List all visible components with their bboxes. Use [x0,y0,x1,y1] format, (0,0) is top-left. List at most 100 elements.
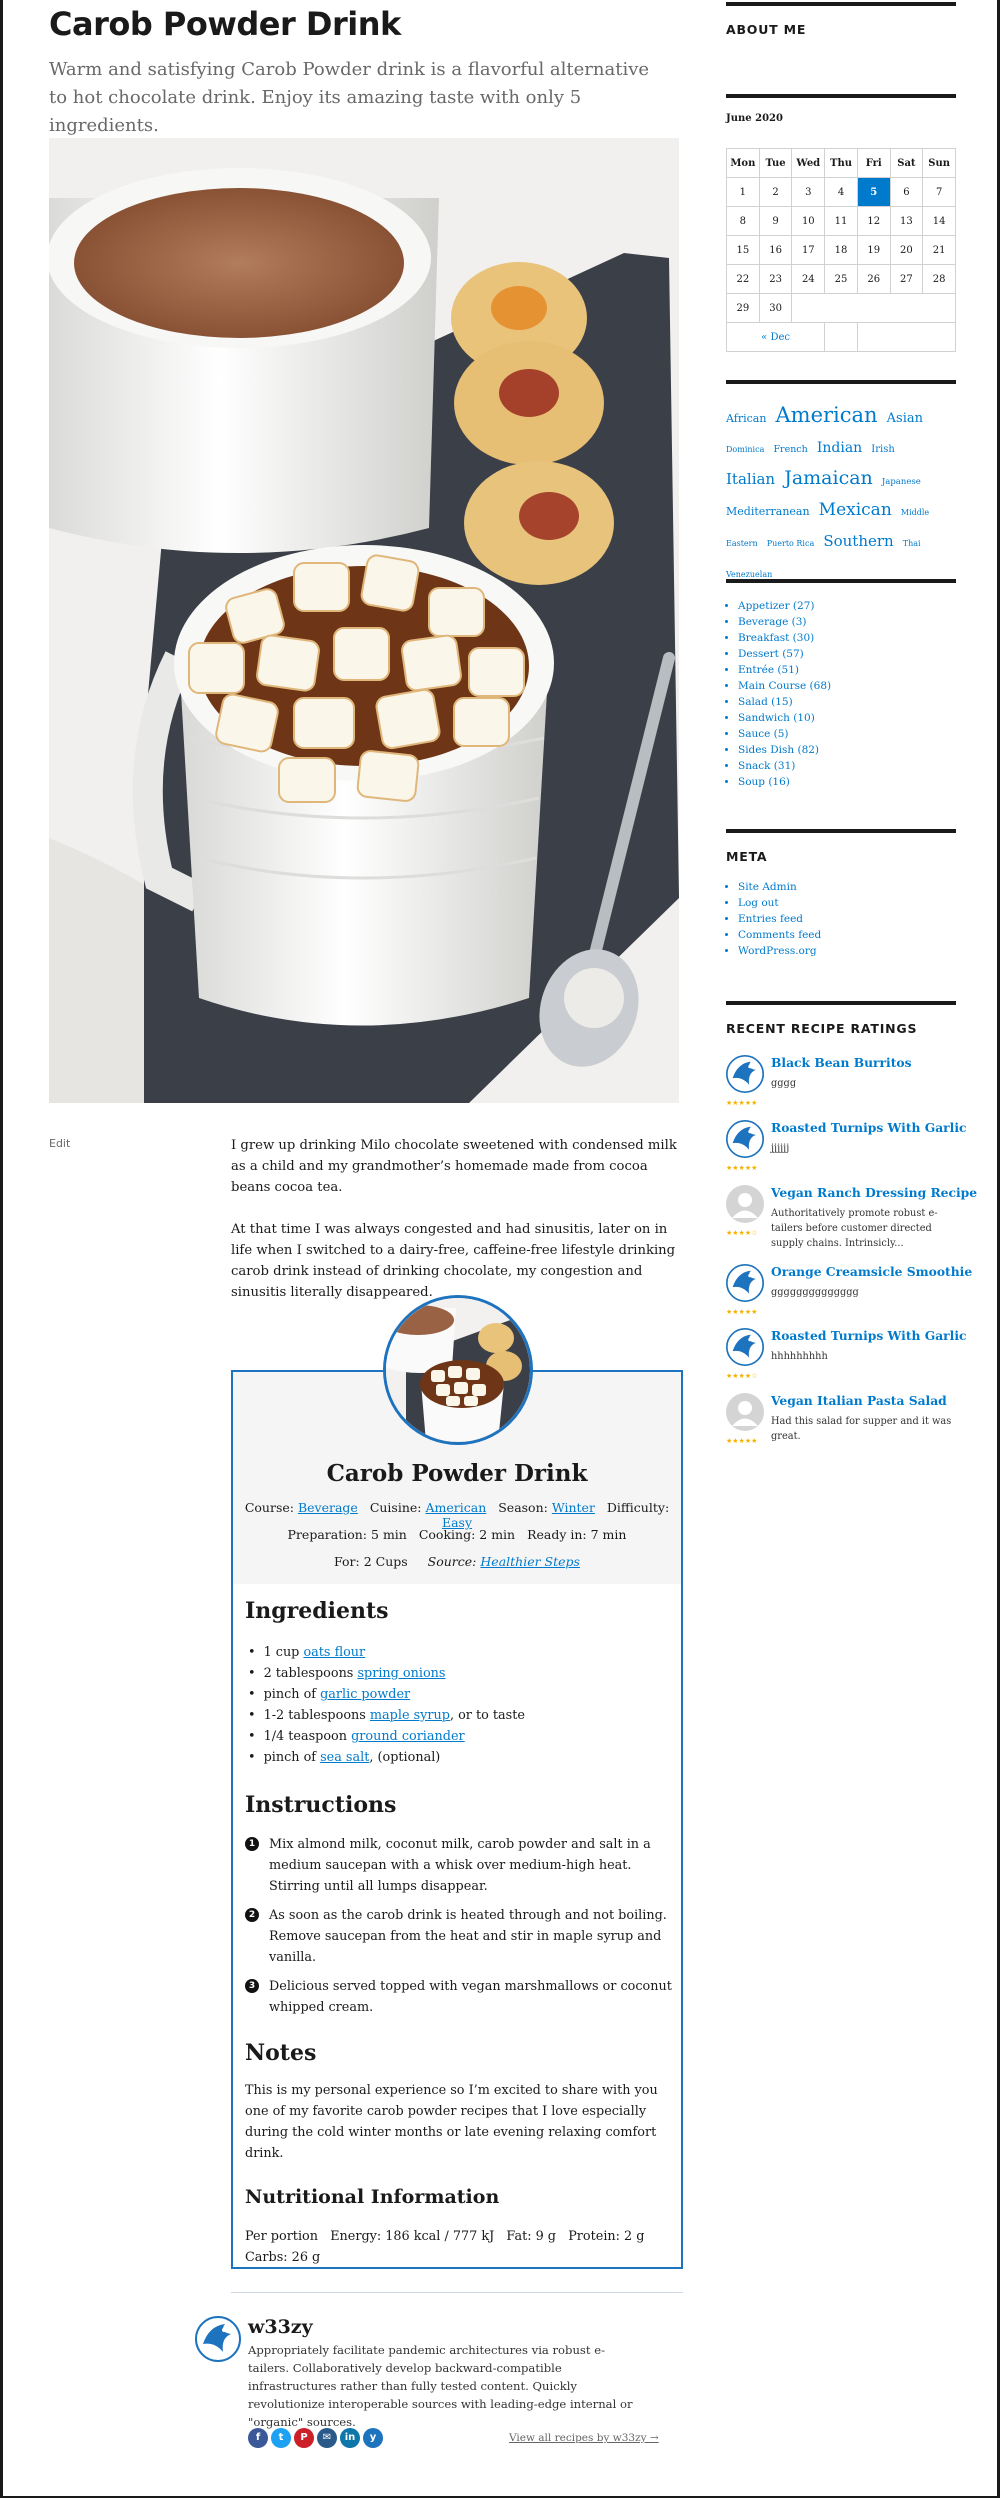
source-link[interactable]: Healthier Steps [480,1554,580,1569]
default-avatar-icon [726,1393,764,1431]
meta-link[interactable]: Site Admin [738,879,821,895]
calendar-day: 29 [726,293,760,323]
tag-link[interactable]: Asian [887,411,923,426]
category-item[interactable]: Entrée (51) [738,662,831,678]
facebook-icon[interactable]: f [248,2428,268,2448]
email-icon[interactable]: ✉ [317,2428,337,2448]
category-item[interactable]: Soup (16) [738,774,831,790]
tag-link[interactable]: Southern [823,532,893,550]
category-item[interactable]: Dessert (57) [738,646,831,662]
calendar-day: 8 [726,206,760,236]
bird-logo-icon [726,1264,764,1302]
meta-link[interactable]: Entries feed [738,911,821,927]
category-item[interactable]: Sauce (5) [738,726,831,742]
view-all-recipes-link[interactable]: View all recipes by w33zy → [509,2432,659,2444]
linkedin-icon[interactable]: in [340,2428,360,2448]
calendar-prev-link[interactable]: « Dec [725,322,826,352]
rating-recipe-link[interactable]: Black Bean Burritos [771,1055,912,1070]
tag-link[interactable]: Indian [817,440,862,456]
tag-link[interactable]: Venezuelan [726,570,772,579]
social-share-bar: f t P ✉ in y [248,2428,383,2448]
calendar-day: 16 [758,235,793,265]
star-rating: ★★★★★ [726,1164,758,1172]
category-item[interactable]: Appetizer (27) [738,598,831,614]
ingredient-link[interactable]: garlic powder [320,1687,410,1702]
ingredient-link[interactable]: maple syrup [370,1708,450,1723]
ingredient-amount: pinch of [263,1687,321,1702]
widget-divider [726,2,956,6]
rating-recipe-link[interactable]: Roasted Turnips With Garlic [771,1328,967,1343]
ingredient-link[interactable]: ground coriander [351,1729,465,1744]
category-item[interactable]: Main Course (68) [738,678,831,694]
tag-link[interactable]: African [726,412,766,425]
category-item[interactable]: Sides Dish (82) [738,742,831,758]
widget-divider [726,1001,956,1005]
category-item[interactable]: Breakfast (30) [738,630,831,646]
post-excerpt: Warm and satisfying Carob Powder drink i… [49,59,650,136]
tag-link[interactable]: Dominica [726,445,764,454]
tag-link[interactable]: Thai [903,539,921,548]
tag-link[interactable]: Irish [871,444,895,455]
calendar-day: 6 [889,177,924,207]
meta-link[interactable]: Comments feed [738,927,821,943]
servings-label: For: [334,1554,360,1569]
edit-link[interactable]: Edit [49,1137,70,1150]
category-item[interactable]: Beverage (3) [738,614,831,630]
ingredient-link[interactable]: spring onions [357,1666,445,1681]
rating-recipe-link[interactable]: Vegan Ranch Dressing Recipe [771,1185,977,1200]
ingredient-link[interactable]: oats flour [303,1645,365,1660]
rating-recipe-link[interactable]: Orange Creamsicle Smoothie [771,1264,972,1279]
calendar-day-header: Wed [791,148,826,178]
tag-link[interactable]: Japanese [882,477,921,487]
cuisine-link[interactable]: American [425,1500,486,1515]
star-rating: ★★★★★ [726,1099,758,1107]
tag-link[interactable]: American [776,403,878,427]
category-item[interactable]: Salad (15) [738,694,831,710]
tag-link[interactable]: Italian [726,470,775,488]
calendar-week-row: 22 23 24 25 26 27 28 [726,264,956,294]
ingredient-link[interactable]: sea salt [320,1750,369,1765]
post-paragraph: I grew up drinking Milo chocolate sweete… [231,1138,677,1195]
step-text: Mix almond milk, coconut milk, carob pow… [269,1837,651,1894]
calendar-next-empty [856,322,957,352]
cuisine-label: Cuisine: [369,1500,422,1515]
calendar-day[interactable]: 5 [856,177,891,207]
rating-recipe-link[interactable]: Vegan Italian Pasta Salad [771,1393,947,1408]
bird-logo-icon [726,1120,764,1158]
category-item[interactable]: Sandwich (10) [738,710,831,726]
meta-link[interactable]: WordPress.org [738,943,821,959]
tag-link[interactable]: Mediterranean [726,505,810,518]
twitter-icon[interactable]: t [271,2428,291,2448]
author-bio: Appropriately facilitate pandemic archit… [248,2343,633,2429]
prep-time: 5 min [371,1527,407,1542]
tag-link[interactable]: Jamaican [784,467,873,489]
course-link[interactable]: Beverage [298,1500,358,1515]
calendar-day-header: Sat [889,148,924,178]
nutrition-heading: Nutritional Information [245,2186,500,2208]
yummly-icon[interactable]: y [363,2428,383,2448]
ingredients-heading: Ingredients [245,1598,389,1624]
tag-link[interactable]: Puerto Rica [767,539,815,548]
star-rating: ★★★★★ [726,1308,758,1316]
calendar-day: 12 [856,206,891,236]
recipe-thumbnail-image [386,1298,530,1442]
tag-link[interactable]: French [773,444,807,455]
calendar-week-row: 15 16 17 18 19 20 21 [726,235,956,265]
tag-link[interactable]: Mexican [819,500,892,520]
rating-comment: gggg [771,1078,797,1089]
calendar-day: 3 [791,177,826,207]
season-link[interactable]: Winter [552,1500,595,1515]
step-text: As soon as the carob drink is heated thr… [269,1908,667,1965]
pinterest-icon[interactable]: P [294,2428,314,2448]
rating-recipe-link[interactable]: Roasted Turnips With Garlic [771,1120,967,1135]
meta-link[interactable]: Log out [738,895,821,911]
calendar-day: 15 [726,235,760,265]
calendar-day: 13 [889,206,924,236]
ingredient-item: 1-2 tablespoons maple syrup, or to taste [245,1705,675,1726]
author-name[interactable]: w33zy [248,2316,313,2338]
calendar-day: 27 [889,264,924,294]
calendar-day: 17 [791,235,826,265]
category-item[interactable]: Snack (31) [738,758,831,774]
author-avatar [195,2316,241,2362]
instruction-step: 2 As soon as the carob drink is heated th… [245,1905,675,1968]
